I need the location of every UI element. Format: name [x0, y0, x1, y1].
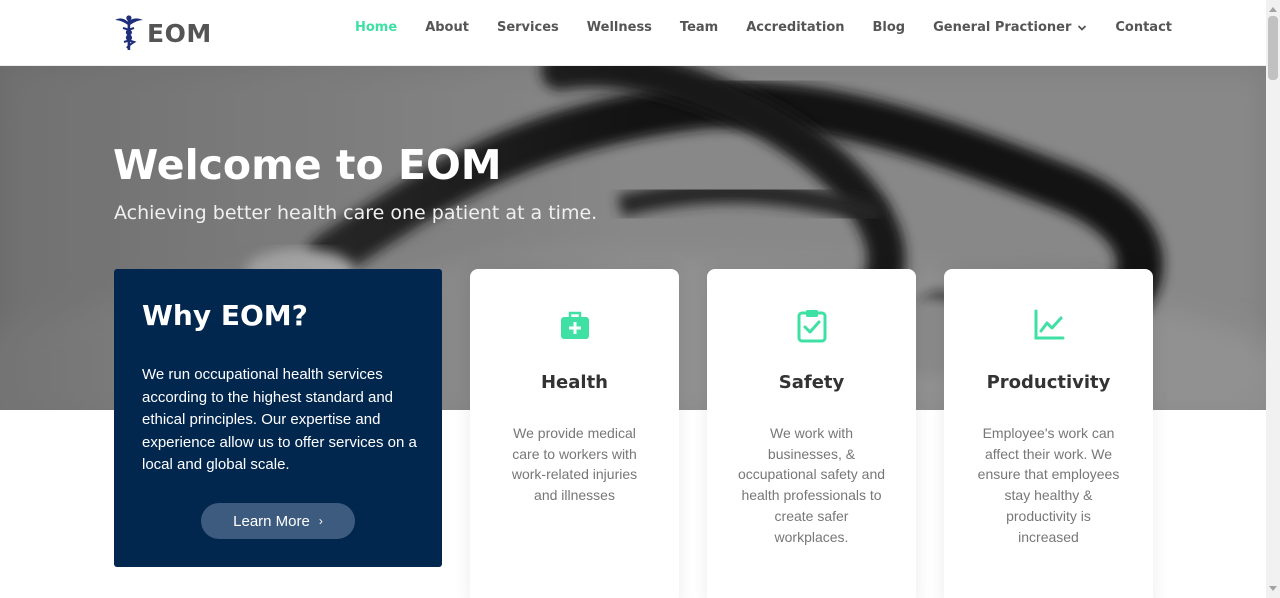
why-eom-text: We run occupational health services acco…	[142, 366, 417, 473]
site-header: EOM Home About Services Wellness Team Ac…	[0, 0, 1266, 66]
line-chart-icon	[1034, 309, 1064, 340]
nav-item-home[interactable]: Home	[355, 20, 397, 35]
nav-item-blog[interactable]: Blog	[873, 20, 906, 35]
feature-title: Health	[540, 372, 608, 393]
nav-item-contact[interactable]: Contact	[1115, 20, 1172, 35]
learn-more-button[interactable]: Learn More ›	[201, 503, 355, 539]
feature-title: Safety	[778, 372, 845, 393]
scroll-down-arrow-icon[interactable]	[1266, 582, 1280, 596]
feature-card-productivity: Productivity Employee's work can affect …	[944, 269, 1153, 598]
main-nav: Home About Services Wellness Team Accred…	[355, 20, 1200, 35]
nav-item-accreditation[interactable]: Accreditation	[746, 20, 844, 35]
nav-item-about[interactable]: About	[425, 20, 469, 35]
scrollbar-thumb[interactable]	[1268, 16, 1278, 80]
why-eom-card: Why EOM? We run occupational health serv…	[114, 269, 442, 567]
feature-card-health: Health We provide medical care to worker…	[470, 269, 679, 598]
why-eom-title: Why EOM?	[142, 299, 308, 332]
feature-text: We work with businesses, & occupational …	[737, 425, 886, 545]
feature-text: Employee's work can affect their work. W…	[977, 425, 1120, 545]
clipboard-check-icon	[797, 310, 826, 343]
logo[interactable]: EOM	[113, 14, 212, 52]
learn-more-label: Learn More	[233, 512, 310, 530]
feature-card-safety: Safety We work with businesses, & occupa…	[707, 269, 916, 598]
hero-title: Welcome to EOM	[113, 141, 502, 189]
page-scrollbar[interactable]	[1266, 0, 1280, 598]
chevron-down-icon	[1078, 24, 1087, 31]
nav-item-general-practioner-label: General Practioner	[933, 20, 1072, 35]
feature-text: We provide medical care to workers with …	[511, 425, 638, 504]
scroll-up-arrow-icon[interactable]	[1266, 2, 1280, 16]
caduceus-icon	[115, 15, 143, 50]
hero-subtitle: Achieving better health care one patient…	[114, 202, 598, 224]
nav-item-wellness[interactable]: Wellness	[587, 20, 652, 35]
feature-title: Productivity	[986, 372, 1111, 393]
nav-item-team[interactable]: Team	[680, 20, 718, 35]
nav-item-general-practioner[interactable]: General Practioner	[933, 20, 1087, 35]
nav-item-services[interactable]: Services	[497, 20, 559, 35]
chevron-right-icon: ›	[318, 514, 323, 528]
brand-name: EOM	[147, 18, 212, 48]
medical-kit-icon	[560, 311, 589, 339]
